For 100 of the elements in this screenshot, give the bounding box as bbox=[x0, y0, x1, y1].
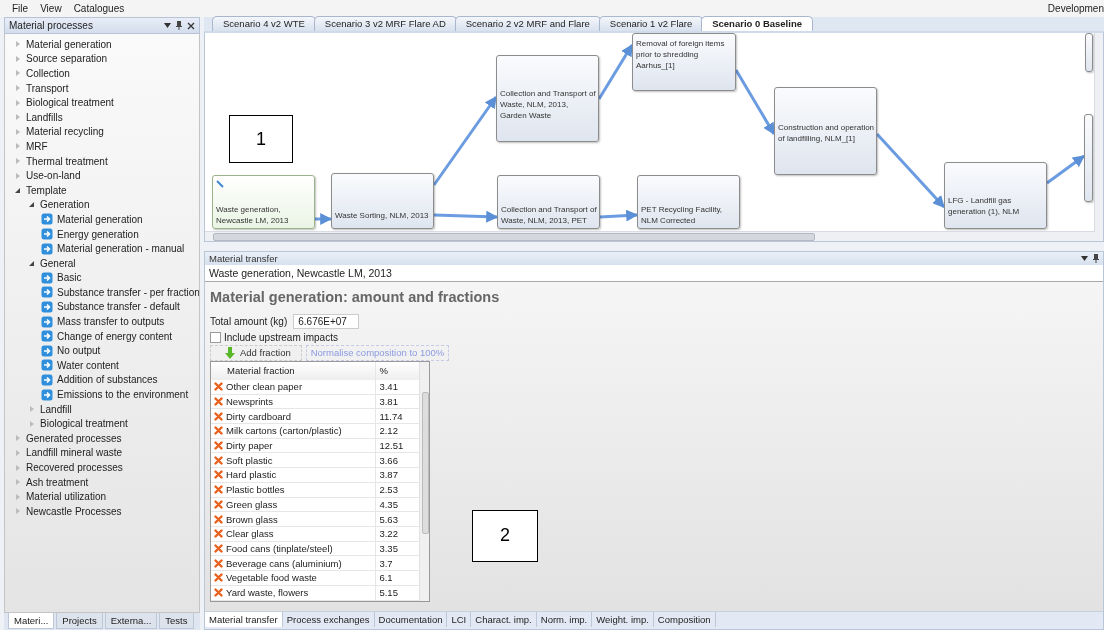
vertical-scrollbar[interactable] bbox=[418, 361, 429, 601]
vertical-scrollbar[interactable] bbox=[1094, 33, 1103, 241]
tree-item[interactable]: Template bbox=[26, 184, 67, 196]
tree-item[interactable]: Material recycling bbox=[26, 126, 104, 138]
tree-item[interactable]: Thermal treatment bbox=[26, 155, 108, 167]
tree-item[interactable]: Recovered processes bbox=[26, 462, 123, 473]
tree-item[interactable]: Generation bbox=[40, 199, 90, 211]
delete-icon[interactable] bbox=[214, 588, 223, 598]
scenario-tab[interactable]: Scenario 3 v2 MRF Flare AD bbox=[313, 16, 457, 31]
delete-icon[interactable] bbox=[214, 514, 223, 524]
table-cell: Plastic bottles bbox=[226, 484, 285, 496]
menu-item[interactable]: Developmen bbox=[1047, 3, 1104, 14]
tree-item[interactable]: Landfill bbox=[40, 403, 72, 415]
delete-icon[interactable] bbox=[214, 441, 223, 450]
tree-item[interactable]: Material generation bbox=[26, 38, 112, 50]
process-node[interactable]: Waste Sorting, NLM, 2013 bbox=[331, 173, 434, 229]
tree-item[interactable]: Material utilization bbox=[26, 491, 107, 503]
process-node[interactable]: Removal of foreign items prior to shredding Aarhus_[1] bbox=[632, 33, 736, 91]
scenario-tab[interactable]: Scenario 4 v2 WTE bbox=[212, 16, 316, 31]
table-cell: Dirty cardboard bbox=[226, 410, 291, 422]
delete-icon[interactable] bbox=[214, 411, 223, 421]
delete-icon[interactable] bbox=[214, 558, 223, 568]
tree-item[interactable]: Biological treatment bbox=[26, 97, 114, 109]
close-icon[interactable] bbox=[187, 21, 195, 30]
add-fraction-button[interactable]: Add fraction bbox=[210, 344, 302, 361]
tree-item[interactable]: Landfill mineral waste bbox=[26, 447, 123, 459]
node-label: Construction and operation of landfilling, NLM_[1] bbox=[778, 122, 875, 144]
tree-item[interactable]: Collection bbox=[26, 68, 70, 79]
process-node[interactable]: Waste generation, Newcastle LM, 2013 bbox=[212, 175, 315, 229]
tree-item[interactable]: Material generation - manual bbox=[57, 243, 185, 255]
scenario-tab[interactable]: Scenario 2 v2 MRF and Flare bbox=[454, 16, 601, 31]
column-header[interactable]: % bbox=[375, 361, 419, 380]
tree-item[interactable]: Generated processes bbox=[26, 432, 122, 444]
arrow-icon bbox=[41, 359, 53, 372]
tree-item[interactable]: Water content bbox=[57, 359, 119, 371]
process-node[interactable]: Collection and Transport of Waste, NLM, 2013, Garden Waste bbox=[496, 55, 599, 142]
tree-item[interactable]: Landfills bbox=[26, 111, 63, 123]
delete-icon[interactable] bbox=[214, 396, 223, 406]
process-node[interactable]: PET Recycling Facility, NLM Corrected bbox=[637, 175, 740, 229]
tree-item[interactable]: Transport bbox=[26, 82, 69, 94]
process-node[interactable]: Construction and operation of landfilling, NLM_[1] bbox=[774, 87, 877, 175]
table-cell: 5.15 bbox=[375, 585, 419, 601]
delete-icon[interactable] bbox=[214, 485, 223, 495]
horizontal-scrollbar[interactable] bbox=[205, 230, 1095, 241]
delete-icon[interactable] bbox=[214, 455, 223, 465]
menu-item[interactable]: File bbox=[6, 3, 35, 14]
column-header[interactable]: Material fraction bbox=[211, 361, 376, 380]
panel-tab[interactable]: Projects bbox=[56, 613, 103, 629]
delete-icon[interactable] bbox=[214, 544, 223, 554]
table-cell: 4.35 bbox=[375, 497, 419, 512]
delete-icon[interactable] bbox=[214, 382, 223, 392]
tree-item[interactable]: Energy generation bbox=[57, 228, 139, 240]
panel-tab[interactable]: Materi... bbox=[8, 613, 55, 629]
tree-item[interactable]: Substance transfer - per fraction bbox=[57, 286, 199, 298]
tree-item[interactable]: Emissions to the environment bbox=[57, 389, 189, 401]
pin-icon[interactable] bbox=[1093, 253, 1099, 263]
tree-item[interactable]: Source separation bbox=[26, 53, 108, 65]
tree-item[interactable]: Mass transfer to outputs bbox=[57, 316, 165, 328]
tree-item[interactable]: Addition of substances bbox=[57, 374, 158, 386]
checkbox[interactable] bbox=[210, 331, 221, 343]
node-label: Removal of foreign items prior to shredding Aarhus_[1] bbox=[636, 38, 726, 71]
delete-icon[interactable] bbox=[214, 426, 223, 436]
tree-item[interactable]: General bbox=[40, 257, 76, 269]
delete-icon[interactable] bbox=[214, 470, 223, 480]
tree-item[interactable]: Use-on-land bbox=[26, 170, 81, 182]
scenario-tab[interactable]: Scenario 1 v2 Flare bbox=[598, 16, 704, 31]
scenario-tab[interactable]: Scenario 0 Baseline bbox=[701, 16, 813, 31]
connector-arrow bbox=[734, 69, 776, 136]
delete-icon[interactable] bbox=[214, 529, 223, 539]
tree-item[interactable]: Substance transfer - default bbox=[57, 301, 180, 313]
tree-item[interactable]: Change of energy content bbox=[57, 330, 173, 342]
process-node[interactable]: Collection and Transport of Waste, NLM, 2013, PET bbox=[497, 175, 600, 229]
menu-item[interactable]: View bbox=[34, 3, 68, 14]
delete-icon[interactable] bbox=[214, 499, 223, 509]
menu-item[interactable]: Catalogues bbox=[67, 3, 131, 14]
tree-item[interactable]: Material generation bbox=[57, 213, 143, 225]
table-cell: Newsprints bbox=[226, 395, 273, 407]
process-node[interactable]: LFG - Landfill gas generation (1), NLM bbox=[944, 162, 1047, 229]
tree-item[interactable]: MRF bbox=[26, 140, 48, 152]
table-cell: 3.81 bbox=[375, 394, 419, 409]
panel-tab[interactable]: Externa... bbox=[104, 613, 158, 629]
process-node[interactable] bbox=[1085, 33, 1093, 72]
dropdown-icon[interactable] bbox=[1081, 255, 1088, 261]
pin-icon[interactable] bbox=[176, 21, 182, 30]
dropdown-icon[interactable] bbox=[164, 23, 171, 28]
process-node[interactable] bbox=[1084, 114, 1093, 202]
tree-item[interactable]: Ash treatment bbox=[26, 476, 89, 488]
expander-icon[interactable] bbox=[27, 200, 36, 210]
editor-tab[interactable]: Material transfer bbox=[205, 612, 283, 627]
input-field[interactable]: 6.676E+07 bbox=[293, 313, 360, 329]
tree-item[interactable]: Biological treatment bbox=[40, 418, 128, 430]
panel-tab[interactable]: Tests bbox=[159, 613, 194, 629]
tree-item[interactable]: Newcastle Processes bbox=[26, 505, 122, 517]
node-label: Waste generation, Newcastle LM, 2013 bbox=[216, 204, 290, 226]
tree-item[interactable]: No output bbox=[57, 345, 101, 357]
arrow-icon bbox=[41, 330, 53, 343]
table-cell: 5.63 bbox=[375, 511, 419, 527]
table-cell: Hard plastic bbox=[226, 469, 277, 481]
tree-item[interactable]: Basic bbox=[57, 272, 82, 284]
delete-icon[interactable] bbox=[214, 573, 223, 583]
